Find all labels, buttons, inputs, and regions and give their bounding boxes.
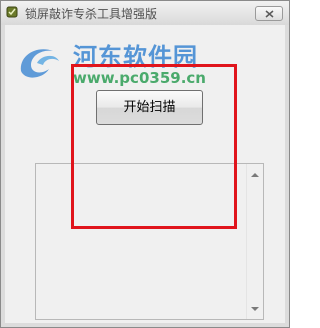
client-area: 河东软件园 www.pc0359.cn 开始扫描 bbox=[5, 25, 285, 323]
window-title: 锁屏敲诈专杀工具增强版 bbox=[25, 7, 158, 21]
scroll-down-icon[interactable] bbox=[251, 306, 259, 312]
shield-icon bbox=[6, 6, 18, 18]
vertical-scrollbar[interactable] bbox=[246, 164, 263, 319]
highlight-annotation-box bbox=[71, 64, 237, 229]
close-button[interactable] bbox=[255, 6, 283, 21]
scroll-up-icon[interactable] bbox=[251, 172, 259, 178]
app-window: 锁屏敲诈专杀工具增强版 河东软件园 www.pc0359.cn 开始扫描 bbox=[0, 0, 290, 328]
title-bar[interactable]: 锁屏敲诈专杀工具增强版 bbox=[1, 1, 289, 25]
swirl-logo-icon bbox=[20, 49, 59, 78]
close-icon bbox=[265, 10, 274, 18]
